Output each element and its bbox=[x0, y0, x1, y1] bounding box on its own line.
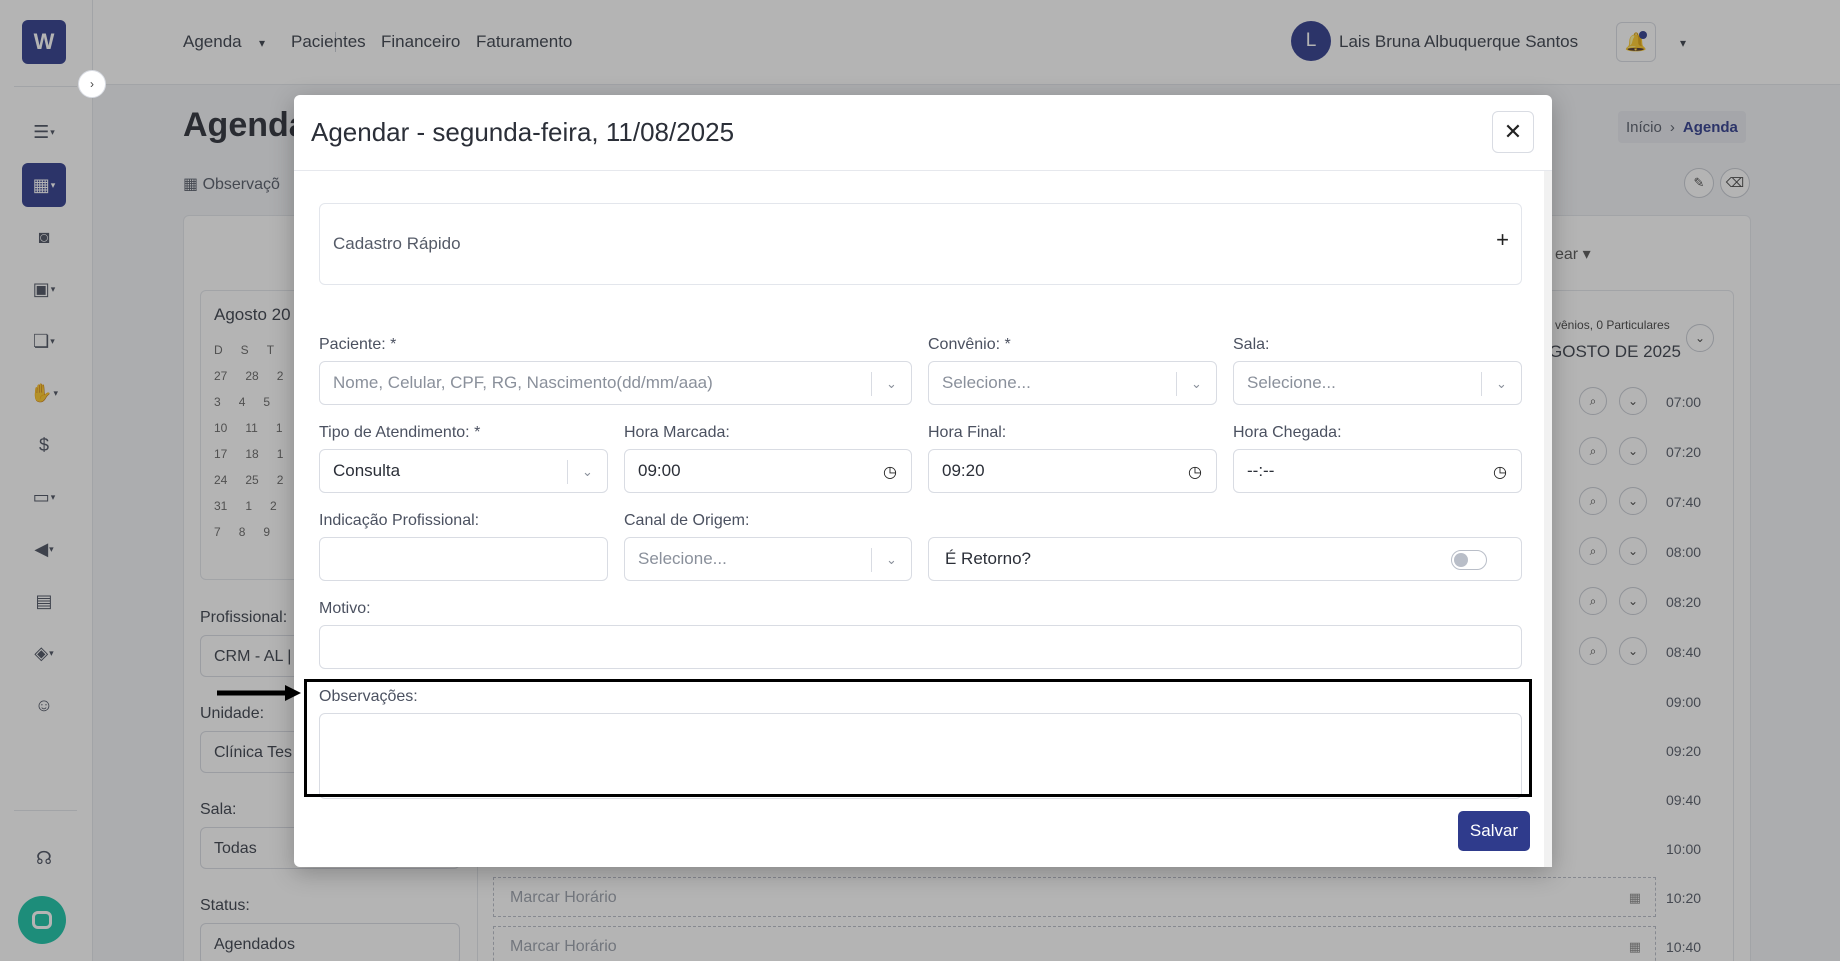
close-icon: ✕ bbox=[1503, 119, 1523, 144]
close-button[interactable]: ✕ bbox=[1492, 111, 1534, 153]
clock-icon[interactable]: ◷ bbox=[1493, 462, 1507, 482]
hora-final-input[interactable]: 09:20 ◷ bbox=[928, 449, 1217, 493]
modal-title: Agendar - segunda-feira, 11/08/2025 bbox=[311, 117, 735, 147]
clock-icon[interactable]: ◷ bbox=[883, 462, 897, 482]
canal-origem-select[interactable]: Selecione... ⌄ bbox=[624, 537, 912, 581]
hora-marcada-input[interactable]: 09:00 ◷ bbox=[624, 449, 912, 493]
modal-scrollbar[interactable] bbox=[1544, 171, 1552, 867]
hora-marcada-label: Hora Marcada: bbox=[624, 424, 730, 441]
chevron-down-icon: ⌄ bbox=[1481, 372, 1521, 396]
annotation-arrow-icon bbox=[217, 685, 301, 701]
paciente-select[interactable]: Nome, Celular, CPF, RG, Nascimento(dd/mm… bbox=[319, 361, 912, 405]
motivo-label: Motivo: bbox=[319, 600, 371, 617]
chevron-down-icon: ⌄ bbox=[1176, 372, 1216, 396]
clock-icon[interactable]: ◷ bbox=[1188, 462, 1202, 482]
convenio-label: Convênio: * bbox=[928, 336, 1011, 353]
chevron-down-icon: ⌄ bbox=[871, 548, 911, 572]
sidebar-toggle-button[interactable]: › bbox=[78, 70, 106, 98]
hora-chegada-label: Hora Chegada: bbox=[1233, 424, 1342, 441]
canal-origem-label: Canal de Origem: bbox=[624, 512, 750, 529]
motivo-input[interactable] bbox=[319, 625, 1522, 669]
tipo-atendimento-label: Tipo de Atendimento: * bbox=[319, 424, 481, 441]
chevron-down-icon: ⌄ bbox=[567, 460, 607, 484]
chevron-right-icon: › bbox=[90, 77, 94, 91]
indicacao-label: Indicação Profissional: bbox=[319, 512, 480, 529]
retorno-toggle[interactable] bbox=[1451, 550, 1487, 570]
paciente-label: Paciente: * bbox=[319, 336, 397, 353]
plus-icon[interactable]: + bbox=[1496, 227, 1509, 253]
indicacao-input[interactable] bbox=[319, 537, 608, 581]
hora-chegada-input[interactable]: --:-- ◷ bbox=[1233, 449, 1522, 493]
sala-label: Sala: bbox=[1233, 336, 1270, 353]
convenio-select[interactable]: Selecione... ⌄ bbox=[928, 361, 1217, 405]
quick-register-label: Cadastro Rápido bbox=[333, 234, 461, 253]
tipo-atendimento-select[interactable]: Consulta ⌄ bbox=[319, 449, 608, 493]
retorno-field: É Retorno? bbox=[928, 537, 1522, 581]
modal-header: Agendar - segunda-feira, 11/08/2025 ✕ bbox=[294, 95, 1552, 171]
quick-register-panel[interactable]: Cadastro Rápido + bbox=[319, 203, 1522, 285]
sala-select[interactable]: Selecione... ⌄ bbox=[1233, 361, 1522, 405]
save-button[interactable]: Salvar bbox=[1458, 811, 1530, 851]
retorno-label: É Retorno? bbox=[945, 549, 1031, 568]
chevron-down-icon: ⌄ bbox=[871, 372, 911, 396]
annotation-highlight-box bbox=[304, 679, 1532, 797]
hora-final-label: Hora Final: bbox=[928, 424, 1007, 441]
